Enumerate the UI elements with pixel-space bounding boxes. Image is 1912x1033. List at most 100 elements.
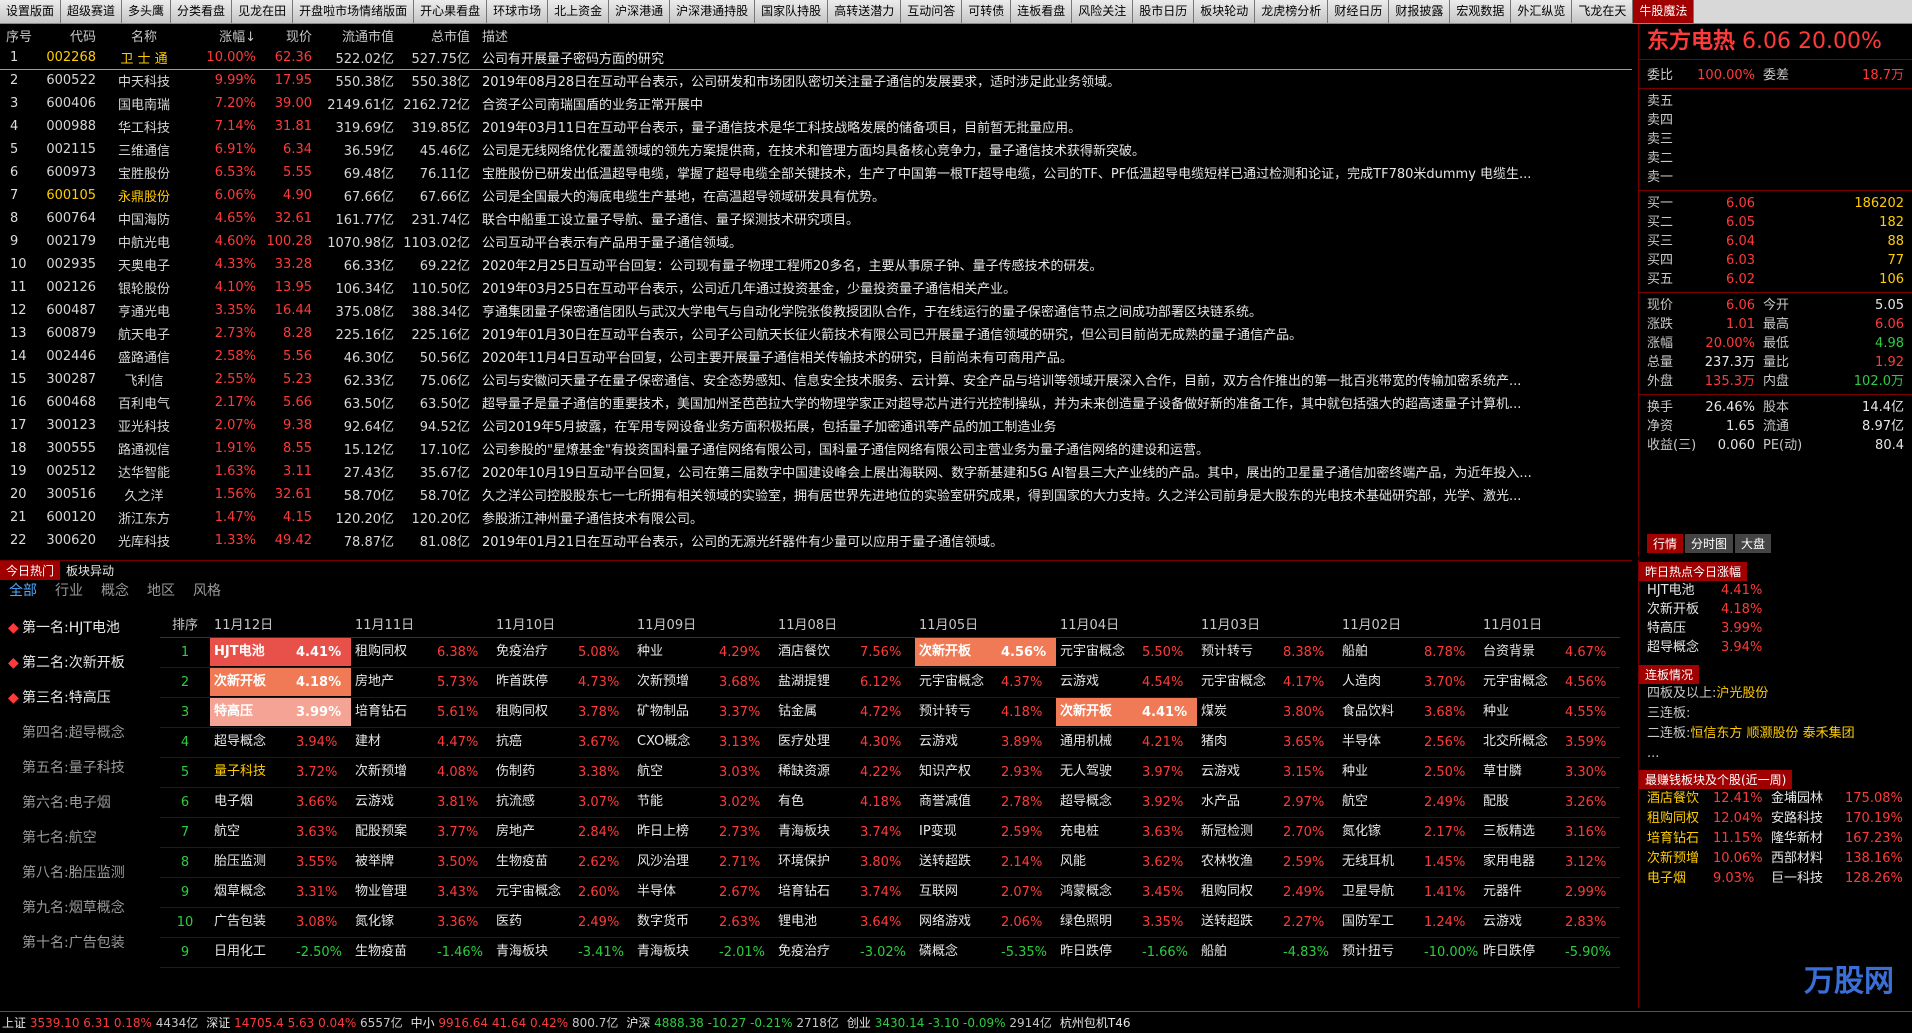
rank-item[interactable]: 第九名:烟草概念: [0, 891, 150, 926]
filter-0[interactable]: 全部: [0, 580, 46, 602]
sector-cell[interactable]: 环境保护 3.80%: [774, 847, 915, 878]
sector-cell[interactable]: 风沙治理 2.71%: [633, 847, 774, 878]
sector-cell[interactable]: 建材 4.47%: [351, 727, 492, 758]
best-sector-row[interactable]: 培育钻石 11.15% 隆华新材 167.23%: [1639, 829, 1912, 849]
tab-10[interactable]: 沪深港通持股: [670, 0, 756, 23]
filter-1[interactable]: 行业: [46, 580, 92, 602]
sector-cell[interactable]: 次新预增 3.68%: [633, 667, 774, 698]
rank-item[interactable]: ◆ 第三名:特高压: [0, 681, 150, 716]
sector-cell[interactable]: 食品饮料 3.68%: [1338, 697, 1479, 728]
stock-row[interactable]: 8 600764 中国海防 4.65% 32.61 161.77亿 231.74亿 联合中船重…: [0, 207, 1632, 230]
filter-2[interactable]: 概念: [92, 580, 138, 602]
sector-cell[interactable]: 房地产 2.84%: [492, 817, 633, 848]
sector-cell[interactable]: 次新预增 4.08%: [351, 757, 492, 788]
sector-cell[interactable]: 昨首跌停 4.73%: [492, 667, 633, 698]
best-sector-row[interactable]: 电子烟 9.03% 巨一科技 128.26%: [1639, 869, 1912, 889]
tab-19[interactable]: 龙虎榜分析: [1255, 0, 1329, 23]
tab-1[interactable]: 超级赛道: [61, 0, 123, 23]
sector-cell[interactable]: 预计扭亏 -10.00%: [1338, 937, 1479, 968]
sector-cell[interactable]: 云游戏 3.89%: [915, 727, 1056, 758]
sector-cell[interactable]: 种业 4.55%: [1479, 697, 1620, 728]
sector-cell[interactable]: 半导体 2.67%: [633, 877, 774, 908]
sector-cell[interactable]: 锂电池 3.64%: [774, 907, 915, 938]
tab-20[interactable]: 财经日历: [1328, 0, 1390, 23]
sector-cell[interactable]: 航空 2.49%: [1338, 787, 1479, 818]
best-sector-row[interactable]: 次新预增 10.06% 西部材料 138.16%: [1639, 849, 1912, 869]
sector-cell[interactable]: 种业 2.50%: [1338, 757, 1479, 788]
sector-cell[interactable]: 云游戏 4.54%: [1056, 667, 1197, 698]
stock-row[interactable]: 1 002268 卫 士 通 10.00% 62.36 522.02亿 527.75亿 公司有…: [0, 46, 1632, 70]
sector-cell[interactable]: 元宇宙概念 4.56%: [1479, 667, 1620, 698]
filter-3[interactable]: 地区: [138, 580, 184, 602]
stock-row[interactable]: 11 002126 银轮股份 4.10% 13.95 106.34亿 110.50亿 2019…: [0, 276, 1632, 299]
sector-cell[interactable]: 猪肉 3.65%: [1197, 727, 1338, 758]
sector-cell[interactable]: 免疫治疗 -3.02%: [774, 937, 915, 968]
rank-item[interactable]: 第七名:航空: [0, 821, 150, 856]
column-header[interactable]: 流通市值: [318, 24, 400, 46]
quote-tab-2[interactable]: 大盘: [1735, 534, 1772, 553]
sector-cell[interactable]: 抗流感 3.07%: [492, 787, 633, 818]
sector-cell[interactable]: 煤炭 3.80%: [1197, 697, 1338, 728]
index-quote[interactable]: 杭州包机T46: [1060, 1014, 1131, 1031]
sector-cell[interactable]: 次新开板 4.56%: [915, 637, 1056, 668]
sector-cell[interactable]: 磷概念 -5.35%: [915, 937, 1056, 968]
sector-cell[interactable]: 元宇宙概念 5.50%: [1056, 637, 1197, 668]
stock-row[interactable]: 14 002446 盛路通信 2.58% 5.56 46.30亿 50.56亿 2020年11…: [0, 345, 1632, 368]
sector-cell[interactable]: 卫星导航 1.41%: [1338, 877, 1479, 908]
stock-row[interactable]: 5 002115 三维通信 6.91% 6.34 36.59亿 45.46亿 公司是无线网络优…: [0, 138, 1632, 161]
quote-tab-1[interactable]: 分时图: [1685, 534, 1734, 553]
sector-cell[interactable]: 云游戏 3.15%: [1197, 757, 1338, 788]
sector-cell[interactable]: CXO概念 3.13%: [633, 727, 774, 758]
sector-cell[interactable]: 配股预案 3.77%: [351, 817, 492, 848]
sector-cell[interactable]: 矿物制品 3.37%: [633, 697, 774, 728]
sector-cell[interactable]: 租购同权 3.78%: [492, 697, 633, 728]
stock-row[interactable]: 7 600105 永鼎股份 6.06% 4.90 67.66亿 67.66亿 公司是全国最大的…: [0, 184, 1632, 207]
sector-cell[interactable]: 网络游戏 2.06%: [915, 907, 1056, 938]
tab-3[interactable]: 分类看盘: [171, 0, 233, 23]
sector-cell[interactable]: 航空 3.03%: [633, 757, 774, 788]
tab-9[interactable]: 沪深港通: [609, 0, 671, 23]
lianban-stocks[interactable]: 恒信东方 顺灏股份 泰禾集团: [1690, 726, 1854, 741]
sector-cell[interactable]: 伤制药 3.38%: [492, 757, 633, 788]
sector-cell[interactable]: IP变现 2.59%: [915, 817, 1056, 848]
sector-cell[interactable]: 云游戏 3.81%: [351, 787, 492, 818]
index-quote[interactable]: 上证 3539.10 6.31 0.18% 4434亿: [2, 1014, 198, 1031]
sector-cell[interactable]: 家用电器 3.12%: [1479, 847, 1620, 878]
sector-cell[interactable]: 草甘膦 3.30%: [1479, 757, 1620, 788]
sector-cell[interactable]: 知识产权 2.93%: [915, 757, 1056, 788]
index-quote[interactable]: 沪深 4888.38 -10.27 -0.21% 2718亿: [626, 1014, 839, 1031]
sector-cell[interactable]: 稀缺资源 4.22%: [774, 757, 915, 788]
column-header[interactable]: 代码: [40, 24, 102, 46]
stock-row[interactable]: 21 600120 浙江东方 1.47% 4.15 120.20亿 120.20亿 参股浙江神…: [0, 506, 1632, 529]
tab-6[interactable]: 开心果看盘: [414, 0, 488, 23]
column-header[interactable]: 现价: [262, 24, 318, 46]
tab-21[interactable]: 财报披露: [1389, 0, 1451, 23]
sector-cell[interactable]: 超导概念 3.92%: [1056, 787, 1197, 818]
sector-cell[interactable]: 电子烟 3.66%: [210, 787, 351, 818]
sector-cell[interactable]: 北交所概念 3.59%: [1479, 727, 1620, 758]
hot-tab-1[interactable]: 板块异动: [60, 561, 120, 580]
sector-cell[interactable]: 种业 4.29%: [633, 637, 774, 668]
stock-row[interactable]: 15 300287 飞利信 2.55% 5.23 62.33亿 75.06亿 公司与安徽问天量…: [0, 368, 1632, 391]
sector-cell[interactable]: 配股 3.26%: [1479, 787, 1620, 818]
filter-4[interactable]: 风格: [184, 580, 230, 602]
stock-row[interactable]: 13 600879 航天电子 2.73% 8.28 225.16亿 225.16亿 2019年…: [0, 322, 1632, 345]
sector-cell[interactable]: 送转超跌 2.14%: [915, 847, 1056, 878]
sector-cell[interactable]: 烟草概念 3.31%: [210, 877, 351, 908]
tab-0[interactable]: 设置版面: [0, 0, 62, 23]
sector-cell[interactable]: 生物疫苗 2.62%: [492, 847, 633, 878]
sector-cell[interactable]: 次新开板 4.41%: [1056, 697, 1197, 728]
sector-cell[interactable]: 台资背景 4.67%: [1479, 637, 1620, 668]
stock-row[interactable]: 16 600468 百利电气 2.17% 5.66 63.50亿 63.50亿 超导量子是量子…: [0, 391, 1632, 414]
sector-cell[interactable]: HJT电池 4.41%: [210, 637, 351, 668]
tab-23[interactable]: 外汇纵览: [1511, 0, 1573, 23]
tab-14[interactable]: 可转债: [962, 0, 1012, 23]
sector-cell[interactable]: 节能 3.02%: [633, 787, 774, 818]
column-header[interactable]: 总市值: [400, 24, 476, 46]
tab-18[interactable]: 板块轮动: [1194, 0, 1256, 23]
lianban-stocks[interactable]: 沪光股份: [1716, 686, 1768, 701]
tab-8[interactable]: 北上资金: [548, 0, 610, 23]
tab-7[interactable]: 环球市场: [487, 0, 549, 23]
sector-cell[interactable]: 免疫治疗 5.08%: [492, 637, 633, 668]
sector-cell[interactable]: 船舶 -4.83%: [1197, 937, 1338, 968]
